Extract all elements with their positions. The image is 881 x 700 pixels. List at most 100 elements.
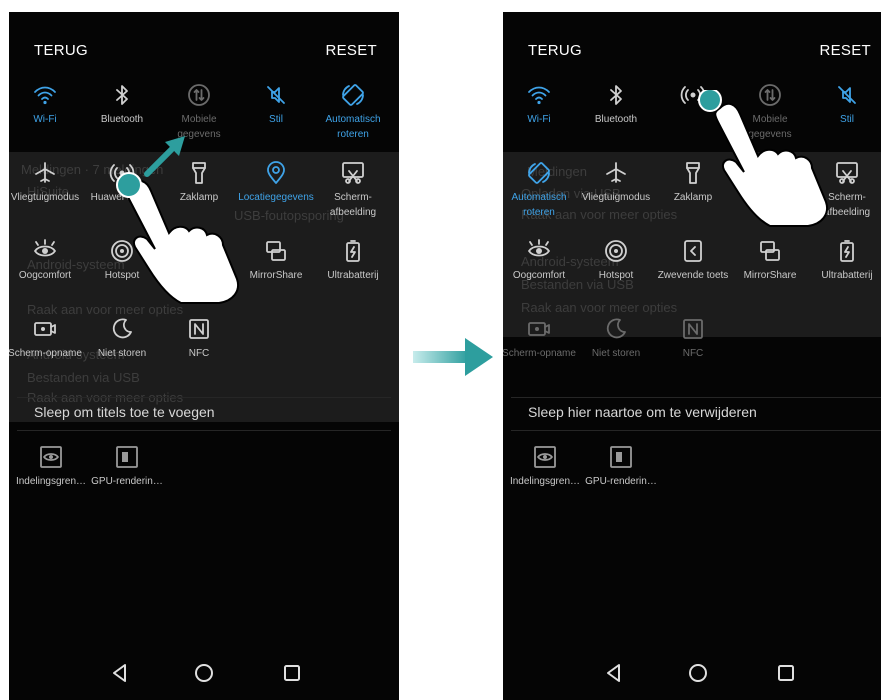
- tile-label: Zwevende toets: [657, 270, 729, 281]
- floating-dock-icon: [684, 240, 702, 262]
- drag-hint: Sleep om titels toe te voegen: [34, 404, 215, 420]
- mirrorshare-icon: [760, 241, 780, 261]
- drag-hint: Sleep hier naartoe om te verwijderen: [528, 404, 757, 420]
- header-bar: TERUG RESET: [503, 12, 881, 82]
- tile-hotspot[interactable]: Hotspot: [577, 238, 655, 283]
- back-button[interactable]: TERUG: [34, 42, 88, 59]
- tile-label: Scherm-opname: [503, 348, 576, 359]
- tile-silent[interactable]: Stil: [237, 82, 315, 127]
- home-circle-icon[interactable]: [191, 660, 217, 686]
- tile-label: MirrorShare: [743, 270, 797, 281]
- phone-screen-right: TERUG RESET Meldingen Opladen via USB Ra…: [503, 12, 881, 700]
- tile-label: Hotspot: [598, 270, 634, 281]
- tile-auto-rotate[interactable]: Automatisch roteren: [314, 82, 392, 142]
- tile-ultra-battery[interactable]: Ultrabatterij: [808, 238, 881, 283]
- hotspot-icon: [605, 240, 627, 262]
- back-triangle-icon[interactable]: [107, 660, 133, 686]
- tile-label: Wi-Fi: [33, 114, 57, 125]
- home-circle-icon[interactable]: [685, 660, 711, 686]
- tile-airplane[interactable]: Vliegtuigmodus: [9, 160, 84, 205]
- auto-rotate-icon: [528, 162, 550, 184]
- tile-label: Wi-Fi: [527, 114, 551, 125]
- divider: [17, 430, 391, 431]
- do-not-disturb-icon: [112, 318, 132, 339]
- divider: [511, 397, 881, 398]
- extra-tile-gpu-rendering[interactable]: GPU-renderin…: [576, 444, 666, 487]
- tile-nfc[interactable]: NFC: [654, 316, 732, 361]
- ultra-battery-icon: [840, 240, 854, 262]
- tile-wifi[interactable]: Wi-Fi: [9, 82, 84, 127]
- tile-label: NFC: [682, 348, 704, 359]
- tile-label: Automatisch roteren: [325, 114, 381, 140]
- tile-airplane[interactable]: Vliegtuigmodus: [577, 160, 655, 205]
- tile-bluetooth[interactable]: Bluetooth: [83, 82, 161, 127]
- right-arrow-icon: [413, 338, 493, 376]
- tile-screenshot[interactable]: Scherm-afbeelding: [314, 160, 392, 220]
- tile-label: Automatisch roteren: [511, 192, 567, 218]
- tile-screen-record[interactable]: Scherm-opname: [503, 316, 578, 361]
- tile-ultra-battery[interactable]: Ultrabatterij: [314, 238, 392, 283]
- reset-button[interactable]: RESET: [819, 42, 871, 59]
- tile-label: Stil: [269, 114, 283, 125]
- tile-label: Oogcomfort: [18, 270, 72, 281]
- back-button[interactable]: TERUG: [528, 42, 582, 59]
- tile-label: GPU-renderin…: [91, 476, 163, 487]
- ultra-battery-icon: [346, 240, 360, 262]
- tile-eye-comfort[interactable]: Oogcomfort: [503, 238, 578, 283]
- nfc-icon: [189, 319, 209, 339]
- divider: [511, 430, 881, 431]
- nfc-icon: [683, 319, 703, 339]
- tile-label: Vliegtuigmodus: [10, 192, 80, 203]
- gpu-rendering-icon: [116, 446, 138, 468]
- tile-auto-rotate[interactable]: Automatisch roteren: [503, 160, 578, 220]
- tile-label: Vliegtuigmodus: [581, 192, 651, 203]
- layout-bounds-icon: [40, 446, 62, 468]
- tile-label: Oogcomfort: [512, 270, 566, 281]
- phone-screen-left: TERUG RESET Meldingen · 7 meldingen HiSu…: [9, 12, 399, 700]
- tile-nfc[interactable]: NFC: [160, 316, 238, 361]
- tile-do-not-disturb[interactable]: Niet storen: [577, 316, 655, 361]
- screen-record-icon: [34, 322, 56, 336]
- eye-comfort-icon: [34, 239, 56, 257]
- tile-do-not-disturb[interactable]: Niet storen: [83, 316, 161, 361]
- header-bar: TERUG RESET: [9, 12, 399, 82]
- recents-square-icon[interactable]: [279, 660, 305, 686]
- screenshot-icon: [342, 162, 364, 184]
- tile-label: Bluetooth: [594, 114, 638, 125]
- airplane-icon: [35, 162, 55, 183]
- navigation-bar: [503, 648, 881, 700]
- tile-label: NFC: [188, 348, 210, 359]
- auto-rotate-icon: [342, 84, 364, 106]
- tile-label: GPU-renderin…: [585, 476, 657, 487]
- tile-wifi[interactable]: Wi-Fi: [503, 82, 578, 127]
- tile-floating-dock[interactable]: Zwevende toets: [654, 238, 732, 283]
- tile-label: Scherm-opname: [9, 348, 82, 359]
- wifi-icon: [528, 86, 550, 105]
- tile-bluetooth[interactable]: Bluetooth: [577, 82, 655, 127]
- ghost-text: Bestanden via USB: [27, 370, 140, 385]
- eye-comfort-icon: [528, 239, 550, 257]
- tile-label: Ultrabatterij: [821, 270, 873, 281]
- bluetooth-icon: [116, 85, 128, 105]
- screen-record-icon: [528, 322, 550, 336]
- airplane-icon: [606, 162, 626, 183]
- tile-label: Niet storen: [591, 348, 641, 359]
- navigation-bar: [9, 648, 399, 700]
- wifi-icon: [34, 86, 56, 105]
- mobile-data-icon: [188, 84, 210, 106]
- recents-square-icon[interactable]: [773, 660, 799, 686]
- silent-icon: [267, 86, 285, 104]
- back-triangle-icon[interactable]: [601, 660, 627, 686]
- tile-eye-comfort[interactable]: Oogcomfort: [9, 238, 84, 283]
- hand-pointer-icon: [698, 90, 828, 227]
- reset-button[interactable]: RESET: [325, 42, 377, 59]
- hand-pointer-icon: [116, 172, 239, 304]
- bluetooth-icon: [610, 85, 622, 105]
- tile-screen-record[interactable]: Scherm-opname: [9, 316, 84, 361]
- ghost-text: Raak aan voor meer opties: [521, 300, 678, 315]
- extra-tile-gpu-rendering[interactable]: GPU-renderin…: [82, 444, 172, 487]
- tile-mirrorshare[interactable]: MirrorShare: [731, 238, 809, 283]
- tile-label: Scherm-afbeelding: [329, 192, 377, 218]
- location-icon: [267, 161, 285, 184]
- divider: [17, 397, 391, 398]
